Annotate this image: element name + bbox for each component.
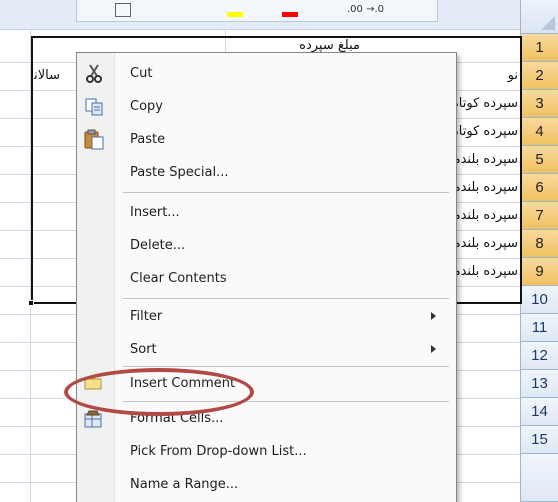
copy-icon: [83, 96, 105, 118]
row-header-2[interactable]: 2: [520, 62, 558, 90]
row-header-11[interactable]: 11: [520, 314, 558, 342]
fill-color-icon[interactable]: [227, 12, 243, 17]
decimal-buttons[interactable]: .00 →.0: [347, 4, 384, 18]
submenu-arrow-icon: [431, 345, 436, 353]
fill-handle[interactable]: [28, 300, 34, 306]
row-header-4[interactable]: 4: [520, 118, 558, 146]
menu-item-filter[interactable]: Filter: [77, 300, 456, 333]
menu-item-paste-special[interactable]: Paste Special...: [77, 156, 456, 189]
menu-separator: [123, 298, 449, 299]
menu-label: Sort: [130, 342, 157, 357]
row-header-10[interactable]: 10: [520, 286, 558, 314]
row-header-16[interactable]: [520, 454, 558, 502]
menu-item-pick-from-list[interactable]: Pick From Drop-down List...: [77, 435, 456, 468]
row-header-5[interactable]: 5: [520, 146, 558, 174]
submenu-arrow-icon: [431, 312, 436, 320]
menu-label: Copy: [130, 99, 163, 114]
row-header-6[interactable]: 6: [520, 174, 558, 202]
row-header-1[interactable]: 1: [520, 34, 558, 62]
row-header-9[interactable]: 9: [520, 258, 558, 286]
menu-label: Clear Contents: [130, 271, 227, 286]
menu-label: Paste: [130, 132, 166, 147]
menu-label: Pick From Drop-down List...: [130, 444, 307, 459]
menu-label: Cut: [130, 66, 153, 81]
row-header-13[interactable]: 13: [520, 370, 558, 398]
row-header-14[interactable]: 14: [520, 398, 558, 426]
context-menu: Cut Copy Paste Paste Special... Insert..…: [76, 52, 457, 502]
menu-item-name-range[interactable]: Name a Range...: [77, 468, 456, 501]
menu-item-sort[interactable]: Sort: [77, 333, 456, 366]
paste-icon: [83, 129, 105, 151]
menu-item-delete[interactable]: Delete...: [77, 229, 456, 262]
font-color-icon[interactable]: [282, 12, 298, 17]
menu-label: Insert...: [130, 205, 180, 220]
select-all-corner[interactable]: [520, 0, 558, 34]
menu-item-clear-contents[interactable]: Clear Contents: [77, 262, 456, 295]
menu-label: Filter: [130, 309, 163, 324]
borders-icon[interactable]: [115, 3, 131, 17]
menu-item-paste[interactable]: Paste: [77, 123, 456, 156]
row-header-7[interactable]: 7: [520, 202, 558, 230]
row-header-12[interactable]: 12: [520, 342, 558, 370]
menu-label: Paste Special...: [130, 165, 229, 180]
format-cells-highlight-ellipse: [64, 368, 254, 416]
row-header-15[interactable]: 15: [520, 426, 558, 454]
menu-separator: [123, 192, 449, 193]
row-header-3[interactable]: 3: [520, 90, 558, 118]
mini-toolbar: .00 →.0: [76, 0, 438, 22]
menu-item-cut[interactable]: Cut: [77, 57, 456, 90]
menu-item-insert[interactable]: Insert...: [77, 196, 456, 229]
corner-triangle-icon: [541, 16, 555, 30]
menu-label: Name a Range...: [130, 477, 239, 492]
row-header-8[interactable]: 8: [520, 230, 558, 258]
menu-label: Delete...: [130, 238, 186, 253]
scissors-icon: [83, 63, 105, 85]
menu-item-copy[interactable]: Copy: [77, 90, 456, 123]
